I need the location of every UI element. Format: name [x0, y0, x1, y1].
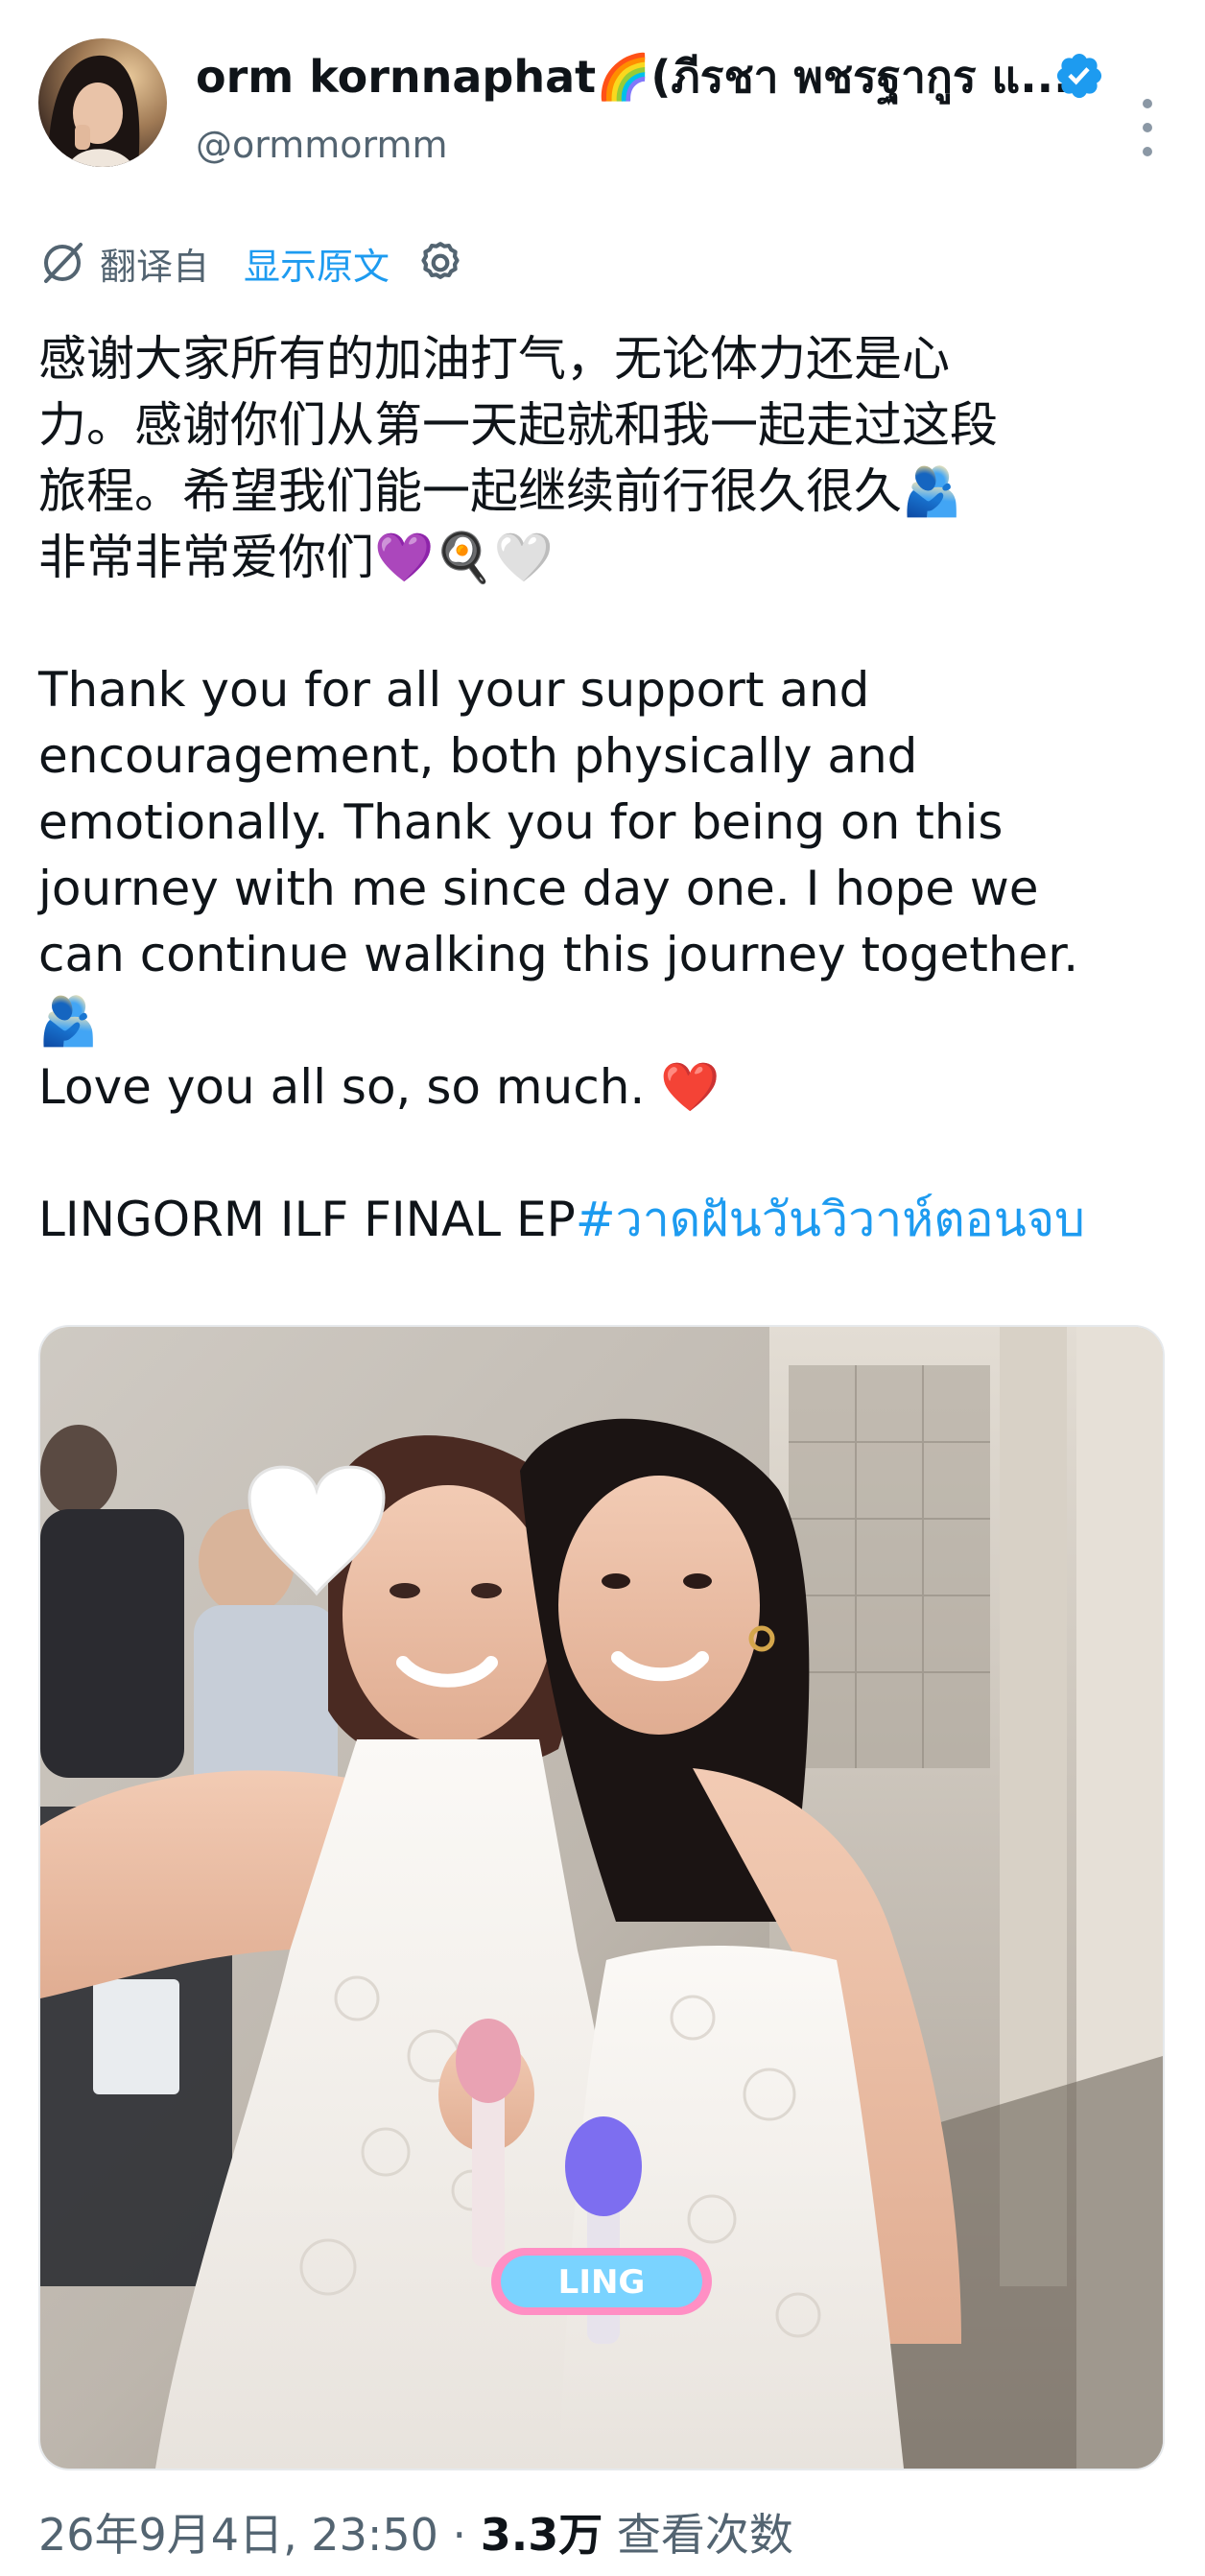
- translation-bar: 翻译自 显示原文: [38, 234, 464, 292]
- tweet-header: orm kornnaphat🌈(ภีรชา พชรฐากูร แ... @orm…: [38, 38, 1167, 173]
- view-count-label: 查看次数: [616, 2509, 793, 2561]
- tweet-text: 感谢大家所有的加油打气，无论体力还是心 力。感谢你们从第一天起就和我一起走过这段…: [38, 326, 1170, 1253]
- translate-icon: [44, 243, 83, 283]
- view-count: 3.3万: [480, 2509, 603, 2561]
- avatar[interactable]: [38, 38, 167, 167]
- en-line-6: 🫂: [38, 993, 99, 1049]
- show-original-link[interactable]: 显示原文: [244, 237, 390, 290]
- avatar-image: [38, 38, 167, 167]
- hashtag-link[interactable]: #วาดฝันวันวิวาห์ตอนจบ: [576, 1192, 1085, 1247]
- en-line-7: Love you all so, so much. ❤️: [38, 1059, 721, 1115]
- tweet-timestamp[interactable]: 26年9月4日, 23:50: [38, 2509, 438, 2561]
- zh-line-4: 非常非常爱你们💜🍳🤍: [38, 530, 554, 585]
- display-name[interactable]: orm kornnaphat🌈(ภีรชา พชรฐากูร แ...: [196, 48, 1069, 106]
- mic-sign-text: LING: [558, 2263, 646, 2302]
- more-options-icon[interactable]: [1128, 84, 1167, 171]
- tweet-photo[interactable]: LING: [38, 1325, 1165, 2470]
- gear-icon[interactable]: [416, 239, 464, 287]
- final-line-prefix: LINGORM ILF FINAL EP: [38, 1192, 576, 1247]
- en-line-4: journey with me since day one. I hope we: [38, 861, 1039, 916]
- user-handle[interactable]: @ormmormm: [196, 121, 447, 169]
- en-line-1: Thank you for all your support and: [38, 662, 870, 718]
- tweet-meta: 26年9月4日, 23:50 · 3.3万 查看次数: [38, 2506, 793, 2564]
- photo-image: LING: [40, 1327, 1163, 2469]
- zh-line-2: 力。感谢你们从第一天起就和我一起走过这段: [38, 397, 998, 453]
- en-line-2: encouragement, both physically and: [38, 728, 918, 784]
- final-line: LINGORM ILF FINAL EP#วาดฝันวันวิวาห์ตอนจ…: [38, 1187, 1170, 1253]
- en-line-3: emotionally. Thank you for being on this: [38, 794, 1004, 850]
- meta-separator: ·: [452, 2509, 467, 2561]
- en-line-5: can continue walking this journey togeth…: [38, 927, 1079, 982]
- zh-line-1: 感谢大家所有的加油打气，无论体力还是心: [38, 331, 950, 387]
- translated-from-label: 翻译自: [100, 245, 210, 288]
- zh-line-3: 旅程。希望我们能一起继续前行很久很久🫂: [38, 463, 962, 519]
- verified-badge-icon: [1056, 53, 1102, 99]
